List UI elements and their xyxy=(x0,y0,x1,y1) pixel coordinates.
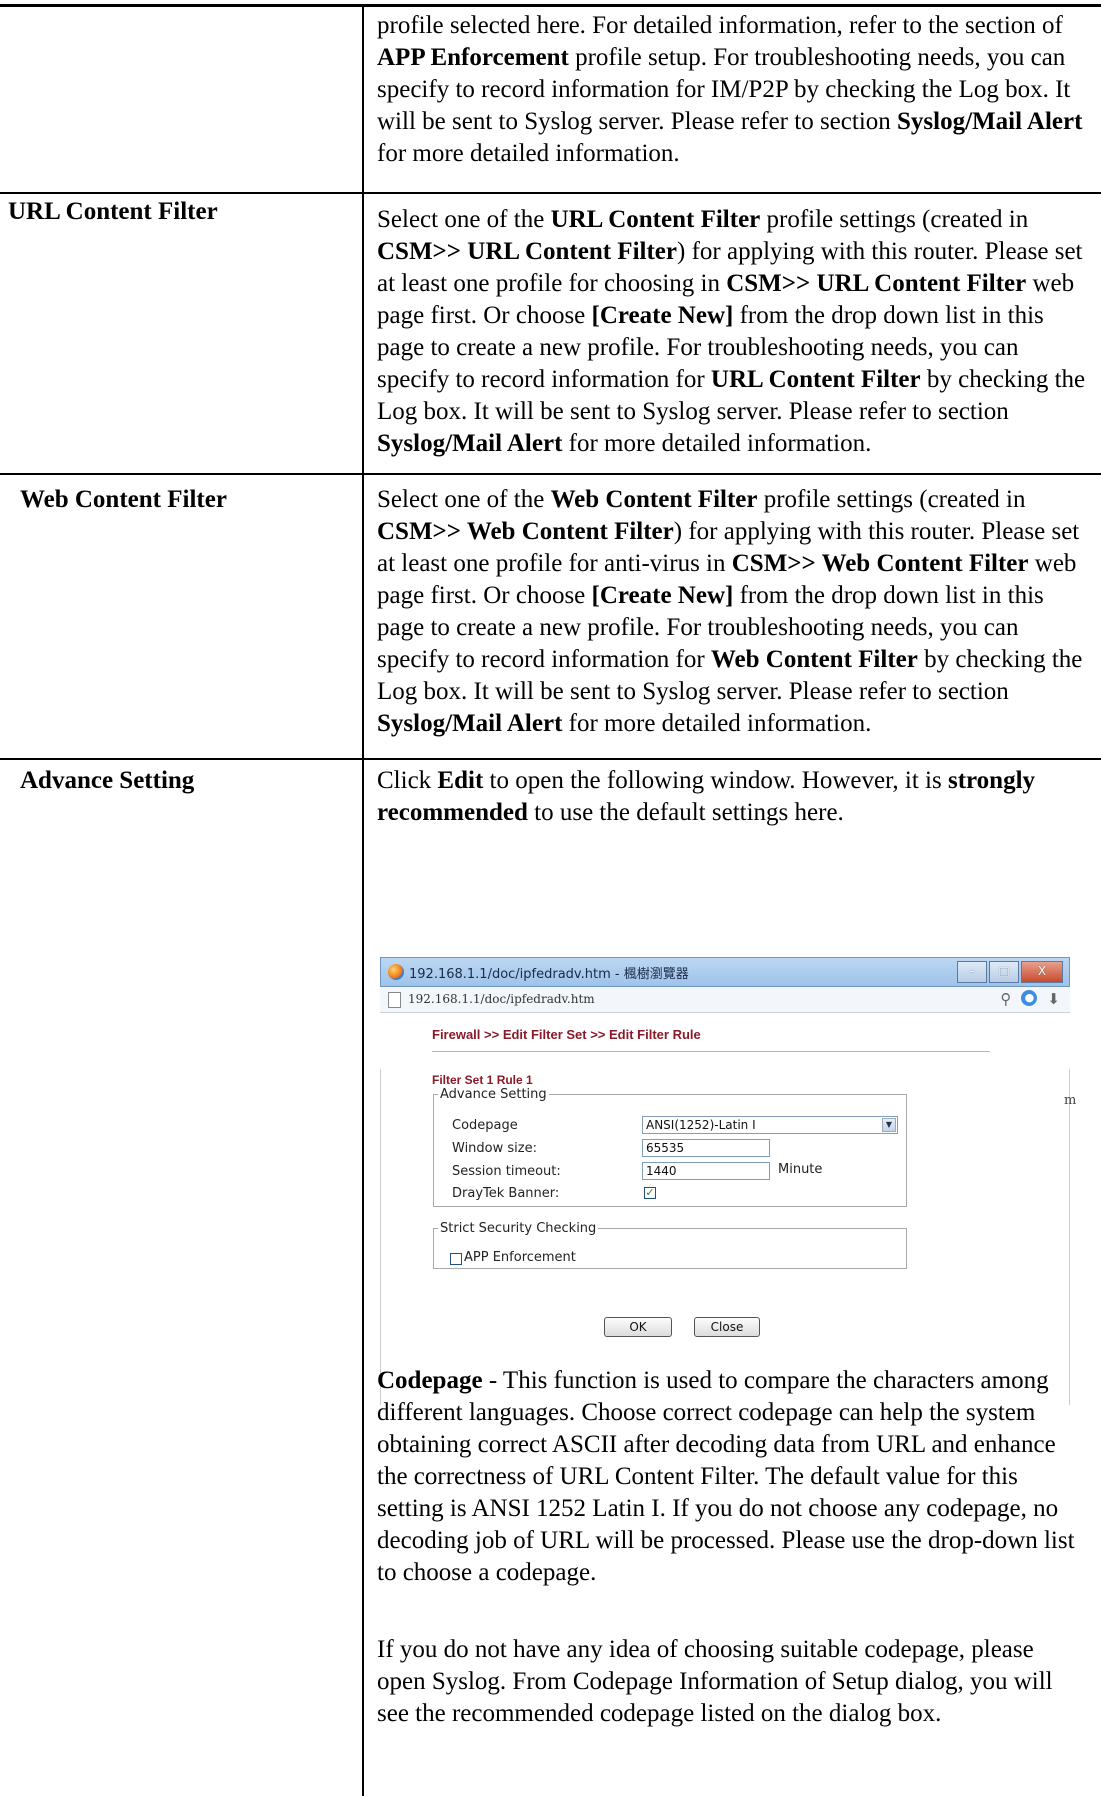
address-bar[interactable]: 192.168.1.1/doc/ipfedradv.htm ⚲ ● ⬇ xyxy=(380,987,1070,1013)
web-content-filter-text: Select one of the Web Content Filter pro… xyxy=(377,486,1083,737)
codepage-description: Codepage - This function is used to comp… xyxy=(377,1365,1087,1589)
close-window-button[interactable]: X xyxy=(1021,961,1063,983)
row-separator xyxy=(0,473,1101,475)
chevron-down-icon[interactable]: ▼ xyxy=(882,1118,896,1132)
advance-setting-intro-text: Click Edit to open the following window.… xyxy=(377,767,1036,826)
web-content-filter-label: Web Content Filter xyxy=(20,486,227,513)
address-url[interactable]: 192.168.1.1/doc/ipfedradv.htm xyxy=(408,992,595,1006)
close-button[interactable]: Close xyxy=(694,1317,760,1337)
browser-titlebar: 192.168.1.1/doc/ipfedradv.htm - 楓樹瀏覽器 – … xyxy=(380,957,1070,987)
app-enforcement-text: profile selected here. For detailed info… xyxy=(377,12,1083,167)
codepage-label: Codepage xyxy=(452,1118,518,1133)
search-icon[interactable]: ⚲ xyxy=(1000,990,1011,1008)
strict-security-group: Strict Security Checking APP Enforcement xyxy=(433,1221,907,1269)
window-edge xyxy=(1069,1069,1070,1405)
session-timeout-input[interactable]: 1440 xyxy=(642,1162,770,1180)
url-content-filter-text: Select one of the URL Content Filter pro… xyxy=(377,206,1086,457)
table-top-border xyxy=(0,4,1101,7)
row-separator xyxy=(0,192,1101,194)
security-icon[interactable]: ● xyxy=(1021,990,1038,1006)
syslog-description: If you do not have any idea of choosing … xyxy=(377,1634,1087,1730)
browser-logo-icon xyxy=(388,964,404,980)
advance-setting-intro: Click Edit to open the following window.… xyxy=(377,765,1087,829)
column-divider xyxy=(362,7,364,1796)
syslog-text: If you do not have any idea of choosing … xyxy=(377,1636,1053,1727)
ok-button[interactable]: OK xyxy=(604,1317,672,1337)
app-enforcement-label: APP Enforcement xyxy=(464,1250,576,1265)
breadcrumb-divider xyxy=(432,1051,990,1052)
minimize-button[interactable]: – xyxy=(957,961,987,983)
web-content-filter-description: Select one of the Web Content Filter pro… xyxy=(377,484,1087,740)
advance-setting-screenshot: 192.168.1.1/doc/ipfedradv.htm - 楓樹瀏覽器 – … xyxy=(380,957,1076,1405)
window-edge xyxy=(380,1069,381,1405)
advance-setting-group: Advance Setting Codepage ANSI(1252)-Lati… xyxy=(433,1087,907,1207)
browser-window-title: 192.168.1.1/doc/ipfedradv.htm - 楓樹瀏覽器 xyxy=(409,967,689,982)
dialog-body: Firewall >> Edit Filter Set >> Edit Filt… xyxy=(380,1013,1076,1405)
draytek-banner-label: DrayTek Banner: xyxy=(452,1186,560,1201)
address-bar-icons: ⚲ ● ⬇ xyxy=(1000,990,1060,1008)
window-size-input[interactable]: 65535 xyxy=(642,1139,770,1157)
app-enforcement-checkbox[interactable] xyxy=(450,1253,462,1265)
page-icon xyxy=(388,992,401,1008)
url-content-filter-description: Select one of the URL Content Filter pro… xyxy=(377,204,1087,460)
filter-set-title: Filter Set 1 Rule 1 xyxy=(432,1073,533,1087)
url-content-filter-label: URL Content Filter xyxy=(8,198,218,225)
advance-setting-legend: Advance Setting xyxy=(440,1087,547,1102)
codepage-value: ANSI(1252)-Latin I xyxy=(646,1118,756,1132)
session-timeout-label: Session timeout: xyxy=(452,1164,561,1179)
strict-security-legend: Strict Security Checking xyxy=(440,1221,597,1236)
row-separator xyxy=(0,758,1101,760)
window-controls: – □ X xyxy=(957,961,1063,983)
background-page-fragment: m xyxy=(1064,1093,1077,1108)
draytek-banner-checkbox[interactable]: ✓ xyxy=(644,1187,656,1199)
download-icon[interactable]: ⬇ xyxy=(1047,990,1060,1008)
app-enforcement-continuation: profile selected here. For detailed info… xyxy=(377,10,1087,170)
advance-setting-label: Advance Setting xyxy=(20,767,195,794)
window-size-label: Window size: xyxy=(452,1141,537,1156)
maximize-button[interactable]: □ xyxy=(989,961,1019,983)
session-timeout-unit: Minute xyxy=(778,1162,823,1177)
breadcrumb: Firewall >> Edit Filter Set >> Edit Filt… xyxy=(432,1027,701,1042)
codepage-select[interactable]: ANSI(1252)-Latin I ▼ xyxy=(642,1116,898,1134)
codepage-text: Codepage - This function is used to comp… xyxy=(377,1367,1075,1586)
